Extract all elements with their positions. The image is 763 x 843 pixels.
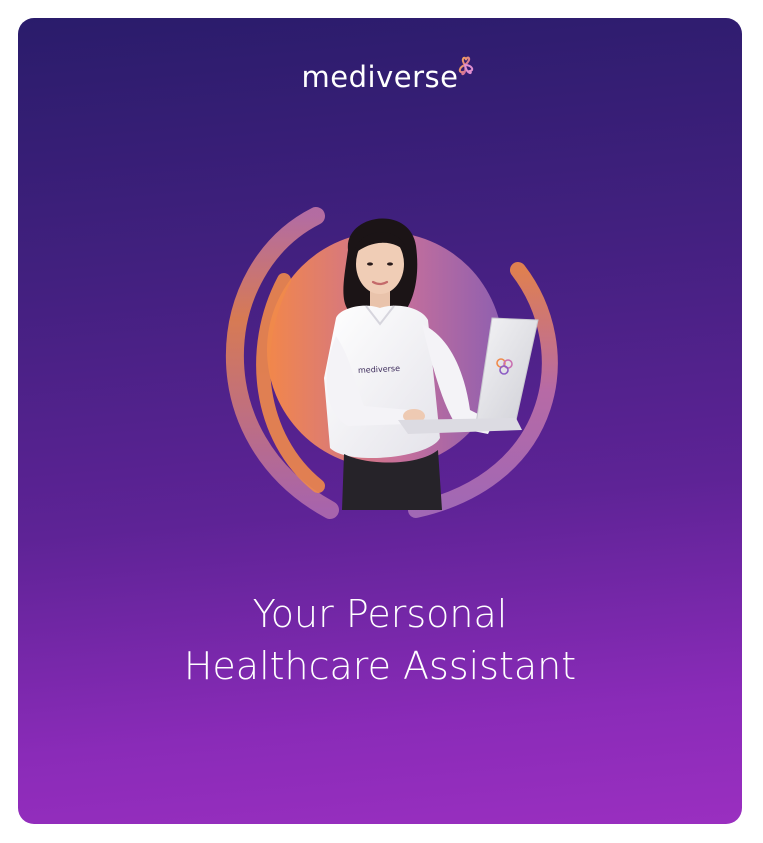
promo-card: mediverse mediverse Your Personal Health…	[18, 18, 742, 824]
headline: Your Personal Healthcare Assistant	[18, 588, 742, 692]
headline-line-1: Your Personal	[252, 592, 508, 636]
hero-illustration: mediverse	[226, 207, 558, 519]
headline-line-2: Healthcare Assistant	[183, 644, 577, 688]
